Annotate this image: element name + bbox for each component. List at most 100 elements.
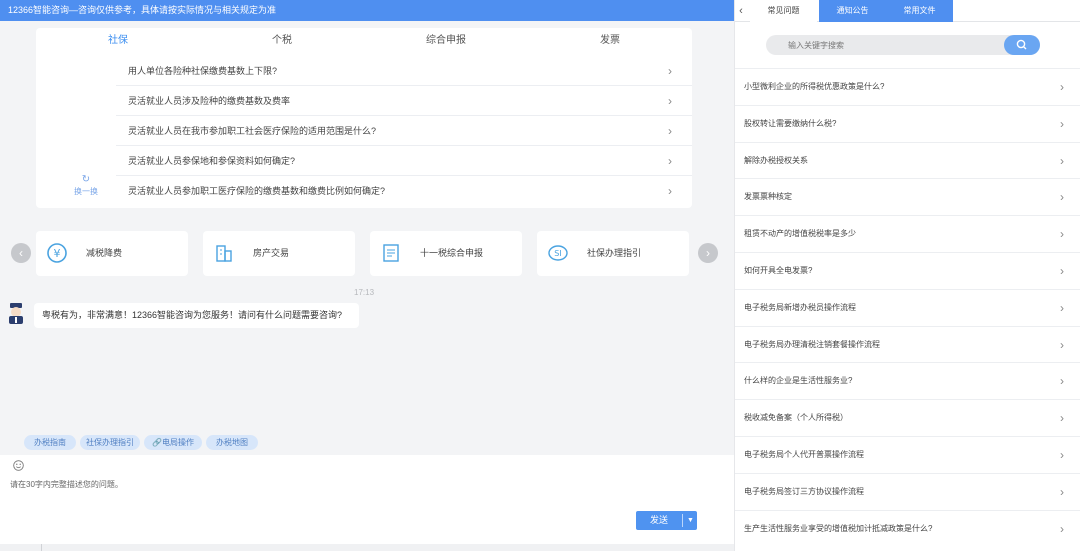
faq-question[interactable]: 灵活就业人员参保地和参保资料如何确定? › xyxy=(116,146,692,176)
tab-notices[interactable]: 通知公告 xyxy=(819,0,886,22)
faq-tab-social-security[interactable]: 社保 xyxy=(36,28,200,54)
chevron-right-icon: › xyxy=(1060,521,1064,536)
faq-question[interactable]: 用人单位各险种社保缴费基数上下限? › xyxy=(116,56,692,86)
faq-question-text: 灵活就业人员参加职工医疗保险的缴费基数和缴费比例如何确定? xyxy=(128,186,386,196)
faq-question-text: 灵活就业人员参保地和参保资料如何确定? xyxy=(128,156,296,166)
emoji-icon[interactable] xyxy=(13,460,24,471)
list-item[interactable]: 解除办税授权关系 › xyxy=(735,141,1080,179)
assistant-avatar xyxy=(9,303,23,324)
chevron-right-icon: › xyxy=(1060,263,1064,278)
list-item[interactable]: 生产生活性服务业享受的增值税加计抵减政策是什么? › xyxy=(735,509,1080,547)
send-button[interactable]: 发送 ▼ xyxy=(636,511,697,530)
chevron-right-icon: › xyxy=(1060,80,1064,94)
tab-faq[interactable]: 常见问题 xyxy=(750,0,817,22)
list-item-text: 电子税务局个人代开普票操作流程 xyxy=(744,449,864,459)
list-item[interactable]: 如何开具全电发票? › xyxy=(735,251,1080,289)
list-item[interactable]: 电子税务局办理清税注销套餐操作流程 › xyxy=(735,325,1080,363)
list-item-text: 如何开具全电发票? xyxy=(744,265,813,275)
faq-card: 社保 个税 综合申报 发票 ↻ 换一换 用人单位各险种社保缴费基数上下限? › 灵… xyxy=(36,28,692,208)
search-input[interactable] xyxy=(766,35,1002,55)
chevron-right-icon: › xyxy=(668,154,672,168)
list-item[interactable]: 小型微利企业的所得税优惠政策是什么? › xyxy=(735,68,1080,105)
faq-question-text: 用人单位各险种社保缴费基数上下限? xyxy=(128,66,278,76)
chip-social-security-guide[interactable]: 社保办理指引 xyxy=(80,435,140,450)
list-item-text: 租赁不动产的增值税税率是多少 xyxy=(744,229,856,239)
quick-card-tax-reduction[interactable]: ¥ 减税降费 xyxy=(36,231,188,276)
footer-divider xyxy=(41,544,42,551)
quick-card-label: 社保办理指引 xyxy=(587,248,642,258)
chevron-left-icon: ‹ xyxy=(739,5,743,17)
list-item-text: 解除办税授权关系 xyxy=(744,155,808,165)
list-item-text: 什么样的企业是生活性服务业? xyxy=(744,376,853,386)
faq-question[interactable]: 灵活就业人员涉及险种的缴费基数及费率 › xyxy=(116,86,692,116)
faq-tab-invoice[interactable]: 发票 xyxy=(528,28,692,54)
chevron-right-icon: › xyxy=(1060,337,1064,352)
search-button[interactable] xyxy=(1004,35,1040,55)
caret-down-icon[interactable]: ▼ xyxy=(684,511,697,530)
list-item-text: 电子税务局办理清税注销套餐操作流程 xyxy=(744,339,880,349)
carousel-next-button[interactable]: › xyxy=(698,243,718,263)
faq-tab-individual-tax[interactable]: 个税 xyxy=(200,28,364,54)
list-item[interactable]: 股权转让需要缴纳什么税? › xyxy=(735,104,1080,142)
list-item-text: 小型微利企业的所得税优惠政策是什么? xyxy=(744,82,885,91)
chevron-right-icon: › xyxy=(668,94,672,108)
faq-question[interactable]: 灵活就业人员在我市参加职工社会医疗保险的适用范围是什么? › xyxy=(116,116,692,146)
quick-card-social-security-guide[interactable]: SI 社保办理指引 xyxy=(537,231,689,276)
footer-strip xyxy=(0,544,734,551)
svg-text:¥: ¥ xyxy=(54,247,61,260)
side-panel: ‹ 常见问题 通知公告 常用文件 小型微利企业的所得税优惠政策是什么? › 股权转… xyxy=(734,0,1080,551)
social-security-icon: SI xyxy=(548,245,568,261)
refresh-button[interactable]: ↻ 换一换 xyxy=(66,174,106,197)
list-item[interactable]: 电子税务局个人代开普票操作流程 › xyxy=(735,435,1080,473)
chevron-right-icon: › xyxy=(706,246,710,260)
assistant-message: 粤税有为，非常满意！12366智能咨询为您服务！请问有什么问题需要咨询? xyxy=(34,303,359,328)
chevron-right-icon: › xyxy=(1060,484,1064,499)
list-item-text: 发票票种核定 xyxy=(744,192,792,202)
carousel-prev-button[interactable]: ‹ xyxy=(11,243,31,263)
search-box xyxy=(766,35,1040,55)
list-item[interactable]: 税收减免备案（个人所得税） › xyxy=(735,399,1080,436)
chip-label: 电局操作 xyxy=(161,438,194,447)
chevron-right-icon: › xyxy=(1060,300,1064,315)
message-input-area[interactable]: 请在30字内完整描述您的问题。 发送 ▼ xyxy=(0,455,734,551)
list-item-text: 生产生活性服务业享受的增值税加计抵减政策是什么? xyxy=(744,523,933,533)
chip-etax-operation[interactable]: 🔗电局操作 xyxy=(144,435,202,450)
faq-tabs: 社保 个税 综合申报 发票 xyxy=(36,28,692,54)
chevron-right-icon: › xyxy=(1060,116,1064,131)
faq-tab-comprehensive-filing[interactable]: 综合申报 xyxy=(364,28,528,54)
chevron-right-icon: › xyxy=(668,124,672,138)
chevron-right-icon: › xyxy=(1060,190,1064,205)
list-item[interactable]: 电子税务局签订三方协议操作流程 › xyxy=(735,472,1080,510)
refresh-label: 换一换 xyxy=(74,187,98,196)
send-label: 发送 xyxy=(649,515,668,525)
svg-text:SI: SI xyxy=(554,249,561,258)
faq-list: 小型微利企业的所得税优惠政策是什么? › 股权转让需要缴纳什么税? › 解除办税授权… xyxy=(735,68,1080,546)
list-item-text: 股权转让需要缴纳什么税? xyxy=(744,118,837,128)
building-icon xyxy=(216,245,232,262)
quick-card-property[interactable]: 房产交易 xyxy=(203,231,355,276)
list-item-text: 电子税务局新增办税员操作流程 xyxy=(744,302,856,312)
quick-card-label: 十一税综合申报 xyxy=(420,248,484,258)
list-item[interactable]: 什么样的企业是生活性服务业? › xyxy=(735,362,1080,399)
list-item[interactable]: 租赁不动产的增值税税率是多少 › xyxy=(735,215,1080,252)
chevron-right-icon: › xyxy=(668,184,672,198)
faq-question[interactable]: 灵活就业人员参加职工医疗保险的缴费基数和缴费比例如何确定? › xyxy=(116,176,692,206)
tab-common-files[interactable]: 常用文件 xyxy=(886,0,953,22)
disclaimer-banner: 12366智能咨询—咨询仅供参考，具体请按实际情况与相关规定为准 xyxy=(0,0,734,21)
collapse-button[interactable]: ‹ xyxy=(735,0,747,22)
faq-question-list: 用人单位各险种社保缴费基数上下限? › 灵活就业人员涉及险种的缴费基数及费率 › 灵… xyxy=(116,56,692,206)
form-icon xyxy=(383,244,399,262)
chip-tax-guide[interactable]: 办税指南 xyxy=(24,435,76,450)
faq-question-text: 灵活就业人员涉及险种的缴费基数及费率 xyxy=(128,96,291,106)
chevron-right-icon: › xyxy=(1060,411,1064,426)
chevron-right-icon: › xyxy=(1060,153,1064,168)
list-item[interactable]: 发票票种核定 › xyxy=(735,178,1080,215)
chevron-right-icon: › xyxy=(1060,447,1064,462)
list-item-text: 税收减免备案（个人所得税） xyxy=(744,413,848,423)
list-item[interactable]: 电子税务局新增办税员操作流程 › xyxy=(735,288,1080,326)
chat-timestamp: 17:13 xyxy=(354,288,375,297)
tax-reduction-icon: ¥ xyxy=(47,243,67,263)
chip-tax-map[interactable]: 办税地图 xyxy=(206,435,258,450)
quick-card-comprehensive-filing[interactable]: 十一税综合申报 xyxy=(370,231,522,276)
list-item-text: 电子税务局签订三方协议操作流程 xyxy=(744,486,864,496)
